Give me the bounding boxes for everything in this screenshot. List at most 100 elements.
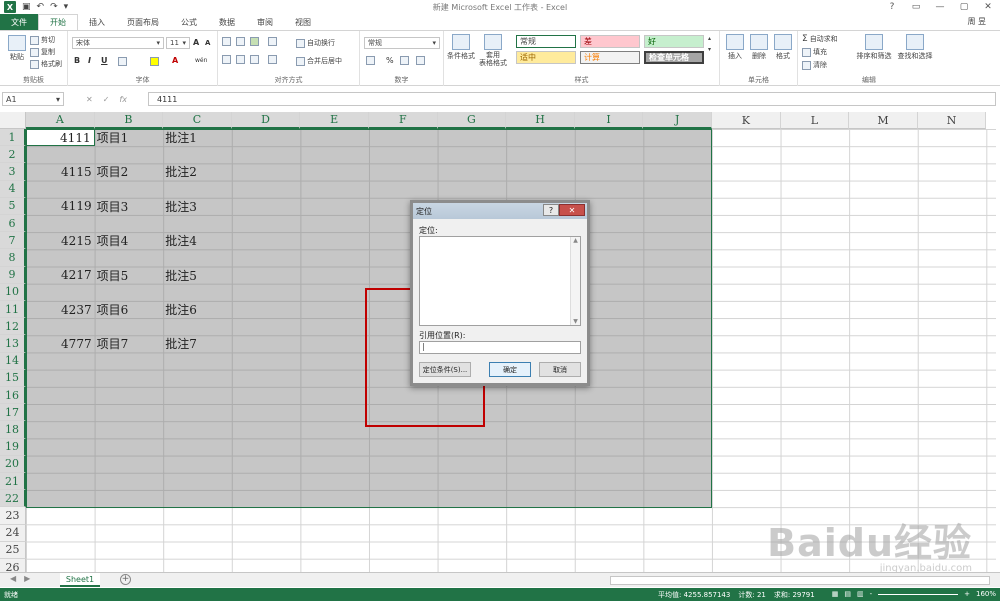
scroll-down-icon[interactable]: ▼	[573, 318, 578, 325]
font-color-button[interactable]: A	[172, 56, 178, 65]
cell-c1[interactable]: 批注1	[165, 129, 197, 146]
row-header-17[interactable]: 17	[0, 404, 26, 422]
row-header-8[interactable]: 8	[0, 249, 26, 267]
scroll-up-icon[interactable]: ▲	[573, 237, 578, 244]
row-header-11[interactable]: 11	[0, 301, 26, 319]
column-header-h[interactable]: H	[506, 112, 575, 129]
merge-center-button[interactable]: 合并后居中	[296, 56, 342, 66]
ok-button[interactable]: 确定	[489, 362, 531, 377]
underline-button[interactable]: U	[101, 56, 108, 65]
sheet-prev-icon[interactable]: ◀	[10, 574, 16, 583]
select-all-corner[interactable]	[0, 112, 26, 129]
cell-c5[interactable]: 批注3	[165, 198, 197, 215]
find-select-button[interactable]: 查找和选择	[896, 34, 934, 61]
close-icon[interactable]: ✕	[976, 0, 1000, 14]
wrap-text-button[interactable]: 自动换行	[296, 38, 335, 48]
horizontal-scrollbar[interactable]	[610, 576, 990, 585]
conditional-format-button[interactable]: 条件格式	[446, 34, 476, 61]
bottom-align-button[interactable]	[250, 37, 259, 46]
grow-font-button[interactable]: A	[193, 38, 199, 47]
restore-icon[interactable]: ▢	[952, 0, 976, 14]
row-header-2[interactable]: 2	[0, 146, 26, 164]
cell-a9[interactable]: 4217	[26, 267, 95, 284]
autosum-button[interactable]: Σ 自动求和	[802, 34, 838, 44]
column-header-k[interactable]: K	[712, 112, 781, 129]
row-header-9[interactable]: 9	[0, 266, 26, 284]
paste-button[interactable]: 粘贴	[2, 35, 32, 62]
ribbon-display-icon[interactable]: ▭	[904, 0, 928, 14]
column-header-m[interactable]: M	[849, 112, 918, 129]
cancel-icon[interactable]: ✕	[86, 95, 93, 104]
bold-button[interactable]: B	[74, 56, 80, 65]
page-layout-icon[interactable]: ▤	[844, 590, 851, 598]
column-header-a[interactable]: A	[26, 112, 95, 129]
row-header-21[interactable]: 21	[0, 473, 26, 491]
style-check-cell[interactable]: 检查单元格	[644, 51, 704, 64]
cell-a11[interactable]: 4237	[26, 301, 95, 318]
sort-filter-button[interactable]: 排序和筛选	[856, 34, 892, 61]
tab-page-layout[interactable]: 页面布局	[116, 14, 170, 30]
column-header-e[interactable]: E	[300, 112, 369, 129]
font-size-dropdown[interactable]: 11 ▾	[166, 37, 190, 49]
style-normal[interactable]: 常规	[516, 35, 576, 48]
italic-button[interactable]: I	[88, 56, 91, 65]
cell-c9[interactable]: 批注5	[165, 267, 197, 284]
row-header-24[interactable]: 24	[0, 524, 26, 542]
column-header-c[interactable]: C	[163, 112, 232, 129]
cell-c7[interactable]: 批注4	[165, 232, 197, 249]
row-header-19[interactable]: 19	[0, 438, 26, 456]
row-header-1[interactable]: 1	[0, 129, 26, 147]
percent-button[interactable]: %	[386, 56, 394, 65]
tab-review[interactable]: 审阅	[246, 14, 284, 30]
indent-button[interactable]	[268, 55, 277, 64]
align-left-button[interactable]	[222, 55, 231, 64]
sheet-tab-sheet1[interactable]: Sheet1	[60, 573, 100, 587]
row-header-10[interactable]: 10	[0, 283, 26, 301]
format-cells-button[interactable]: 格式	[768, 34, 798, 61]
column-header-i[interactable]: I	[574, 112, 644, 129]
row-header-25[interactable]: 25	[0, 541, 26, 559]
clear-button[interactable]: 清除	[802, 60, 827, 70]
zoom-slider[interactable]	[878, 593, 959, 595]
row-header-22[interactable]: 22	[0, 490, 26, 508]
zoom-in-button[interactable]: +	[964, 590, 970, 598]
row-header-26[interactable]: 26	[0, 559, 26, 572]
cell-b9[interactable]: 项目5	[97, 267, 129, 284]
tab-data[interactable]: 数据	[208, 14, 246, 30]
style-neutral[interactable]: 适中	[516, 51, 576, 64]
format-painter-button[interactable]: 格式刷	[30, 59, 62, 69]
align-center-button[interactable]	[236, 55, 245, 64]
row-header-14[interactable]: 14	[0, 352, 26, 370]
row-header-12[interactable]: 12	[0, 318, 26, 336]
page-break-icon[interactable]: ▥	[857, 590, 864, 598]
column-header-d[interactable]: D	[231, 112, 301, 129]
tab-file[interactable]: 文件	[0, 14, 38, 30]
column-header-j[interactable]: J	[643, 112, 712, 129]
dialog-help-button[interactable]: ?	[543, 204, 559, 216]
zoom-out-button[interactable]: -	[870, 590, 873, 598]
customize-qat-icon[interactable]: ▾	[64, 1, 69, 13]
insert-function-icon[interactable]: fx	[119, 95, 127, 104]
tab-home[interactable]: 开始	[38, 14, 78, 30]
column-header-g[interactable]: G	[437, 112, 507, 129]
cell-c3[interactable]: 批注2	[165, 163, 197, 180]
row-header-20[interactable]: 20	[0, 455, 26, 473]
font-name-dropdown[interactable]: 宋体 ▾	[72, 37, 164, 49]
cell-a7[interactable]: 4215	[26, 232, 95, 249]
cell-c11[interactable]: 批注6	[165, 301, 197, 318]
fill-color-button[interactable]	[150, 57, 159, 66]
save-icon[interactable]: ▣	[22, 1, 31, 13]
redo-icon[interactable]: ↷	[50, 1, 58, 13]
row-header-5[interactable]: 5	[0, 197, 26, 215]
row-header-3[interactable]: 3	[0, 163, 26, 181]
cell-a5[interactable]: 4119	[26, 198, 95, 215]
fill-button[interactable]: 填充	[802, 47, 827, 57]
top-align-button[interactable]	[222, 37, 231, 46]
cell-a1[interactable]: 4111	[26, 129, 95, 146]
undo-icon[interactable]: ↶	[37, 1, 45, 13]
cancel-button[interactable]: 取消	[539, 362, 581, 377]
format-as-table-button[interactable]: 套用 表格格式	[478, 34, 508, 67]
help-icon[interactable]: ?	[880, 0, 904, 14]
cell-a3[interactable]: 4115	[26, 163, 95, 180]
comma-button[interactable]	[400, 56, 409, 65]
